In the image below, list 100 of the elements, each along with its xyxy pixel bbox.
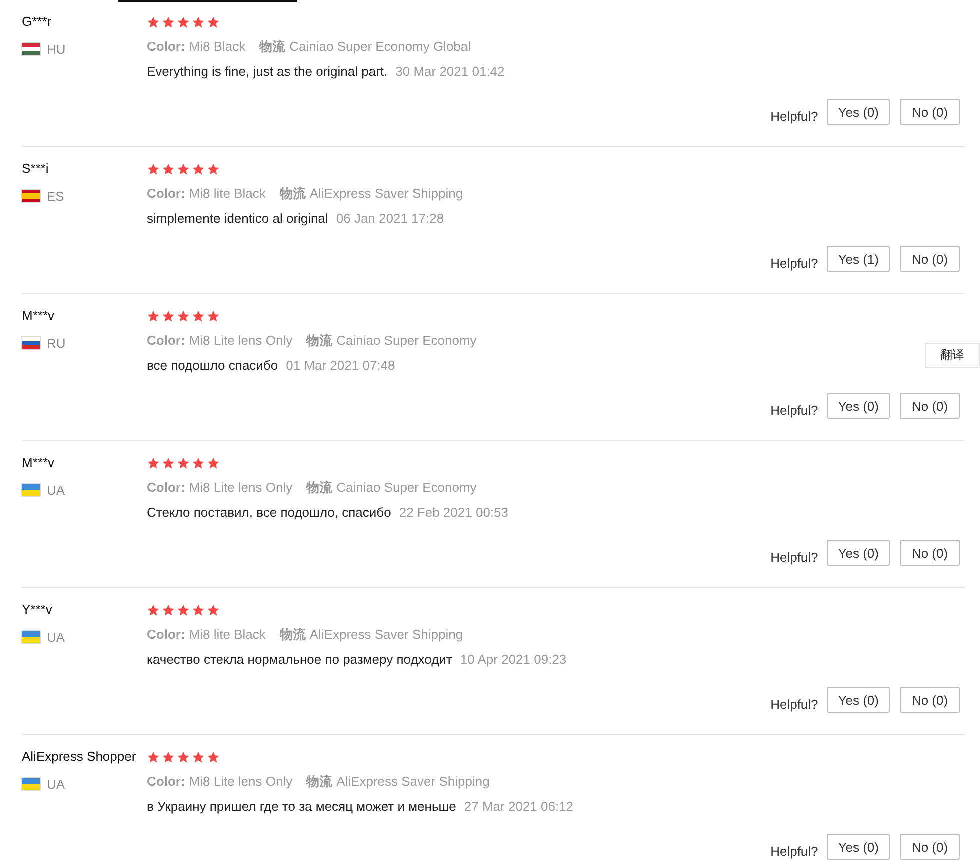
star-icon	[192, 456, 205, 470]
shipping-label: 物流	[306, 333, 333, 349]
star-icon	[192, 604, 205, 616]
no-button[interactable]: No (0)	[900, 393, 960, 419]
flag-icon	[22, 337, 40, 349]
yes-button[interactable]: Yes (0)	[827, 540, 890, 566]
color-value: Mi8 lite Black	[189, 186, 266, 202]
star-icon	[177, 162, 190, 176]
star-icon	[177, 456, 190, 470]
helpful-label: Helpful?	[770, 550, 818, 564]
country-code: UA	[47, 482, 66, 498]
color-label: Color:	[147, 333, 186, 349]
yes-button[interactable]: Yes (0)	[827, 834, 890, 860]
shipping-value: Cainiao Super Economy Global	[290, 39, 472, 55]
review-date: 06 Jan 2021 17:28	[336, 211, 444, 227]
reviewer-name: G***r	[22, 13, 53, 31]
no-button[interactable]: No (0)	[900, 540, 960, 566]
color-value: Mi8 lite Black	[189, 627, 266, 643]
no-button[interactable]: No (0)	[900, 834, 960, 860]
review-text: Стекло поставил, все подошло, спасибо	[147, 505, 392, 521]
helpful-label: Helpful?	[770, 108, 818, 124]
star-icon	[147, 750, 160, 764]
reviewer-name: AliExpress Shopper	[22, 748, 138, 766]
reviewer-name: M***v	[22, 307, 56, 325]
shipping-value: Cainiao Super Economy	[336, 333, 477, 349]
review-text: в Украину пришел где то за месяц может и меньше	[147, 799, 456, 815]
color-value: Mi8 Black	[189, 39, 246, 55]
yes-button[interactable]: Yes (0)	[827, 687, 890, 713]
star-icon	[177, 750, 190, 764]
shipping-value: AliExpress Saver Shipping	[310, 627, 464, 643]
reviewer-name: M***v	[22, 454, 56, 472]
review-text: качество стекла нормальное по размеру подходит	[147, 652, 452, 668]
yes-button[interactable]: Yes (0)	[827, 99, 890, 125]
yes-button[interactable]: Yes (1)	[827, 246, 890, 272]
country-code: HU	[47, 42, 66, 56]
country-code: UA	[47, 776, 66, 792]
helpful-label: Helpful?	[770, 402, 818, 418]
star-icon	[177, 604, 190, 616]
shipping-label: 物流	[306, 480, 333, 496]
review-date: 30 Mar 2021 01:42	[396, 64, 505, 80]
no-button[interactable]: No (0)	[900, 99, 960, 125]
star-icon	[147, 310, 160, 322]
reviewer-name: S***i	[22, 160, 50, 178]
star-icon	[162, 16, 175, 28]
star-icon	[162, 750, 175, 764]
star-icon	[207, 604, 220, 616]
star-icon	[192, 750, 205, 764]
review-text: Everything is fine, just as the original part.	[147, 64, 388, 80]
yes-button[interactable]: Yes (0)	[827, 393, 890, 419]
shipping-label: 物流	[280, 627, 306, 643]
no-button[interactable]: No (0)	[900, 246, 960, 272]
shipping-value: Cainiao Super Economy	[336, 480, 477, 496]
star-icon	[162, 604, 175, 616]
color-label: Color:	[147, 39, 186, 55]
review-date: 27 Mar 2021 06:12	[464, 799, 574, 815]
color-label: Color:	[147, 774, 186, 790]
flag-icon	[22, 484, 40, 496]
star-icon	[162, 310, 175, 322]
color-label: Color:	[147, 480, 186, 496]
shipping-label: 物流	[280, 186, 306, 202]
star-icon	[207, 456, 220, 470]
star-icon	[192, 310, 205, 322]
no-button[interactable]: No (0)	[900, 687, 960, 713]
star-icon	[147, 162, 160, 176]
review-date: 10 Apr 2021 09:23	[460, 652, 567, 668]
star-icon	[162, 456, 175, 470]
star-icon	[192, 16, 205, 28]
country-code: UA	[47, 630, 66, 644]
star-icon	[147, 16, 160, 28]
color-value: Mi8 Lite lens Only	[189, 333, 293, 349]
flag-icon	[22, 190, 40, 202]
star-icon	[177, 16, 190, 28]
flag-icon	[22, 631, 40, 643]
helpful-label: Helpful?	[770, 696, 818, 712]
review-date: 01 Mar 2021 07:48	[286, 358, 396, 374]
country-code: RU	[47, 336, 66, 350]
flag-icon	[22, 43, 40, 55]
star-icon	[177, 310, 190, 322]
color-label: Color:	[147, 627, 186, 643]
review-text: все подошло спасибо	[147, 358, 278, 374]
star-icon	[207, 750, 220, 764]
shipping-value: AliExpress Saver Shipping	[310, 186, 464, 202]
shipping-label: 物流	[260, 39, 286, 55]
star-icon	[207, 16, 220, 28]
translate-button[interactable]: 翻译	[925, 343, 980, 368]
color-value: Mi8 Lite lens Only	[189, 480, 293, 496]
reviewer-name: Y***v	[22, 601, 54, 619]
review-date: 22 Feb 2021 00:53	[399, 505, 508, 521]
color-value: Mi8 Lite lens Only	[189, 774, 293, 790]
country-code: ES	[47, 188, 64, 204]
star-icon	[207, 162, 220, 176]
star-icon	[192, 162, 205, 176]
shipping-value: AliExpress Saver Shipping	[336, 774, 490, 790]
color-label: Color:	[147, 186, 186, 202]
shipping-label: 物流	[306, 774, 333, 790]
star-icon	[207, 310, 220, 322]
helpful-label: Helpful?	[770, 256, 818, 270]
helpful-label: Helpful?	[770, 844, 818, 858]
star-icon	[162, 162, 175, 176]
review-text: simplemente identico al original	[147, 211, 328, 227]
